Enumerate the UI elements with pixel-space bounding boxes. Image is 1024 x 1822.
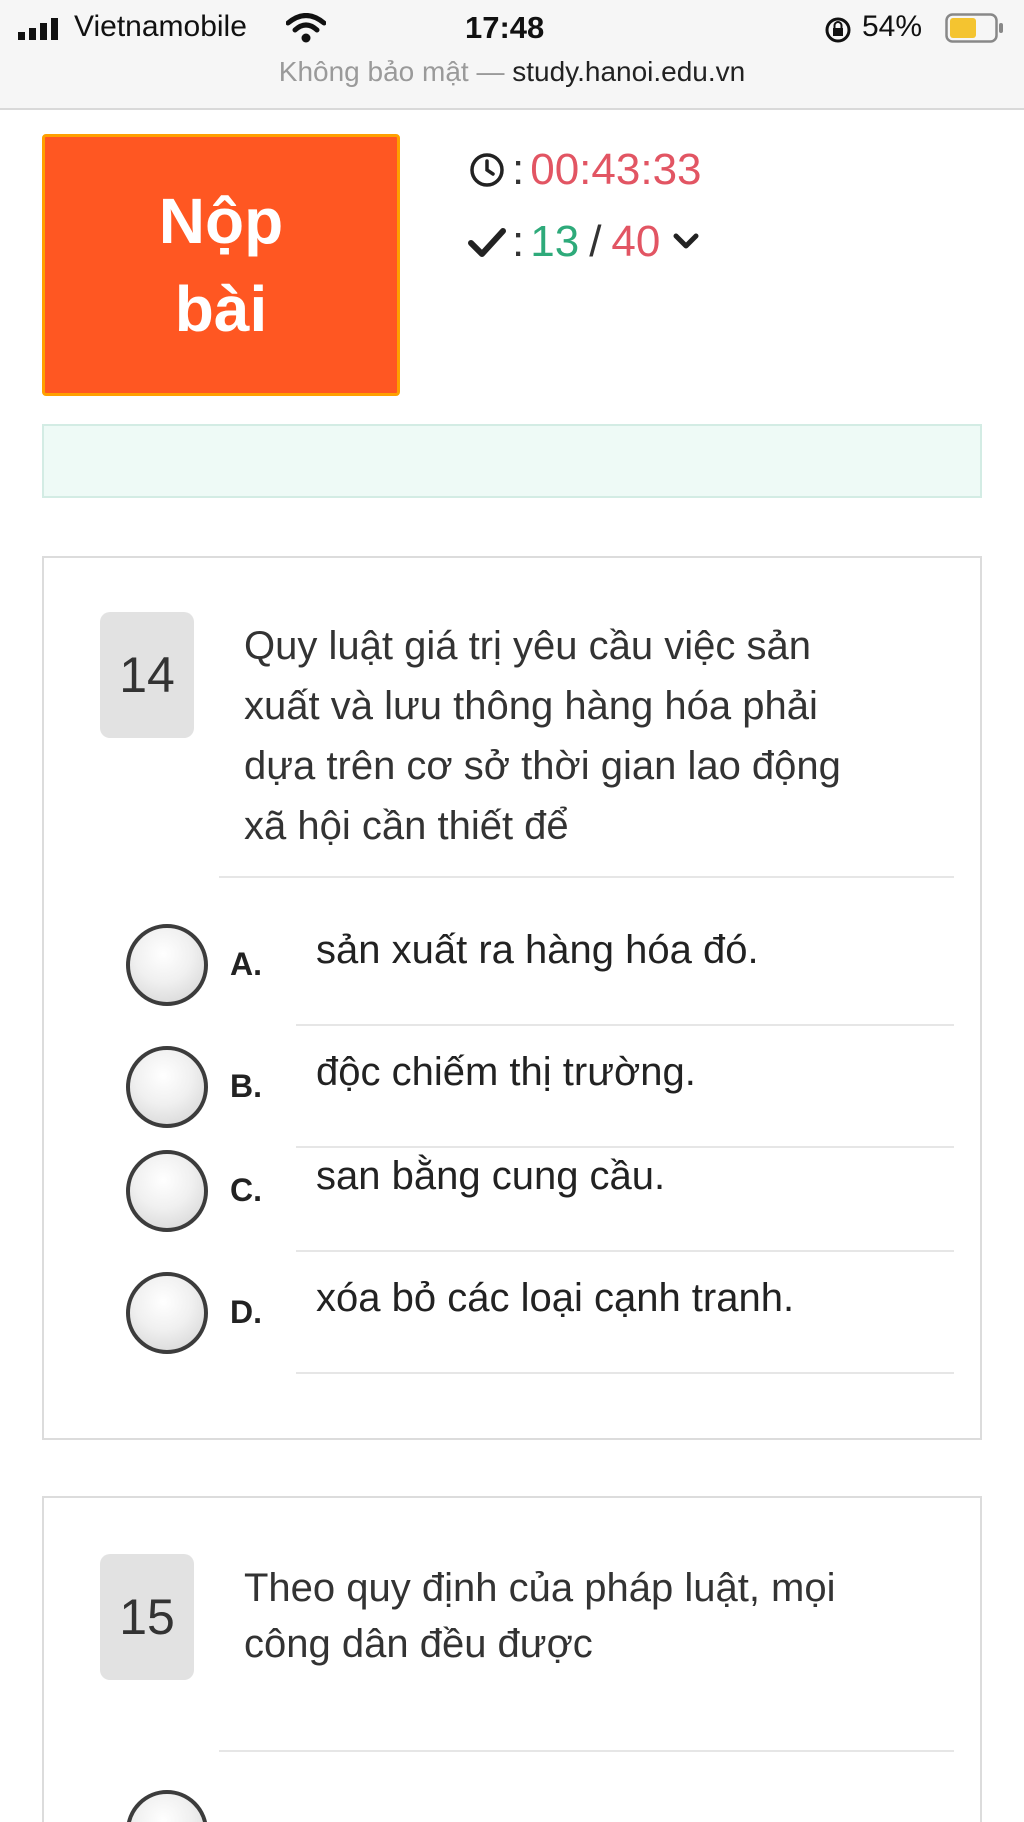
question-card: 14 Quy luật giá trị yêu cầu việc sản xuấ… [42, 556, 982, 1440]
info-strip [42, 424, 982, 498]
progress-toggle[interactable]: : 13 / 40 [468, 216, 700, 268]
radio-button[interactable] [126, 924, 208, 1006]
check-icon [468, 228, 506, 257]
question-line: xã hội cần thiết để [244, 804, 569, 848]
timer: : 00:43:33 [468, 144, 702, 196]
browser-top-bar: Vietnamobile 17:48 54% Không bảo mật — s… [0, 0, 1024, 110]
radio-button[interactable] [126, 1150, 208, 1232]
carrier-name: Vietnamobile [74, 10, 247, 43]
option-letter: C. [230, 1172, 262, 1208]
chevron-down-icon [673, 233, 699, 249]
question-line: dựa trên cơ sở thời gian lao động [244, 744, 841, 788]
option-c[interactable]: C. san bằng cung cầu. [126, 1140, 956, 1252]
submit-label-line1: Nộp [158, 185, 284, 257]
radio-button[interactable] [126, 1790, 208, 1822]
question-line: Quy luật giá trị yêu cầu việc sản [244, 624, 811, 668]
status-time: 17:48 [465, 10, 545, 45]
divider [219, 1750, 954, 1752]
divider [296, 1024, 954, 1026]
wifi-icon [286, 13, 326, 43]
answered-count: 13 [530, 217, 580, 266]
question-number: 15 [100, 1554, 194, 1680]
progress-slash: / [589, 217, 602, 266]
security-label: Không bảo mật — [278, 56, 505, 87]
timer-colon: : [512, 145, 525, 194]
option-text: sản xuất ra hàng hóa đó. [316, 928, 759, 972]
progress-colon: : [512, 217, 525, 266]
option-text: san bằng cung cầu. [316, 1154, 666, 1198]
signal-icon [18, 18, 58, 40]
option-text: xóa bỏ các loại cạnh tranh. [316, 1276, 795, 1320]
option-letter: B. [230, 1068, 262, 1104]
url-domain: study.hanoi.edu.vn [512, 56, 746, 87]
radio-button[interactable] [126, 1046, 208, 1128]
screen: Vietnamobile 17:48 54% Không bảo mật — s… [0, 0, 1024, 1822]
timer-value: 00:43:33 [530, 145, 702, 194]
clock-icon [470, 153, 504, 187]
question-line: công dân đều được [244, 1622, 593, 1666]
battery-percent: 54% [862, 10, 923, 43]
submit-label-line2: bài [174, 273, 268, 345]
question-line: xuất và lưu thông hàng hóa phải [244, 684, 818, 728]
battery-icon [945, 13, 1003, 43]
radio-button[interactable] [126, 1272, 208, 1354]
question-card: 15 Theo quy định của pháp luật, mọi công… [42, 1496, 982, 1822]
url-bar[interactable]: Không bảo mật — study.hanoi.edu.vn [0, 56, 1024, 88]
orientation-lock-icon [825, 17, 851, 43]
option-d[interactable]: D. xóa bỏ các loại cạnh tranh. [126, 1262, 956, 1374]
submit-button[interactable]: Nộp bài [42, 134, 400, 396]
question-text: Quy luật giá trị yêu cầu việc sản xuất v… [244, 616, 944, 856]
option-b[interactable]: B. độc chiếm thị trường. [126, 1036, 956, 1148]
option-letter: D. [230, 1294, 262, 1330]
question-line: Theo quy định của pháp luật, mọi [244, 1566, 836, 1610]
option-a[interactable]: A. sản xuất ra hàng hóa đó. [126, 914, 956, 1026]
divider [296, 1250, 954, 1252]
option-letter: A. [230, 946, 262, 982]
question-number: 14 [100, 612, 194, 738]
total-count: 40 [611, 217, 661, 266]
question-text: Theo quy định của pháp luật, mọi công dâ… [244, 1560, 944, 1672]
divider [296, 1372, 954, 1374]
divider [219, 876, 954, 878]
option-text: độc chiếm thị trường. [316, 1050, 696, 1094]
